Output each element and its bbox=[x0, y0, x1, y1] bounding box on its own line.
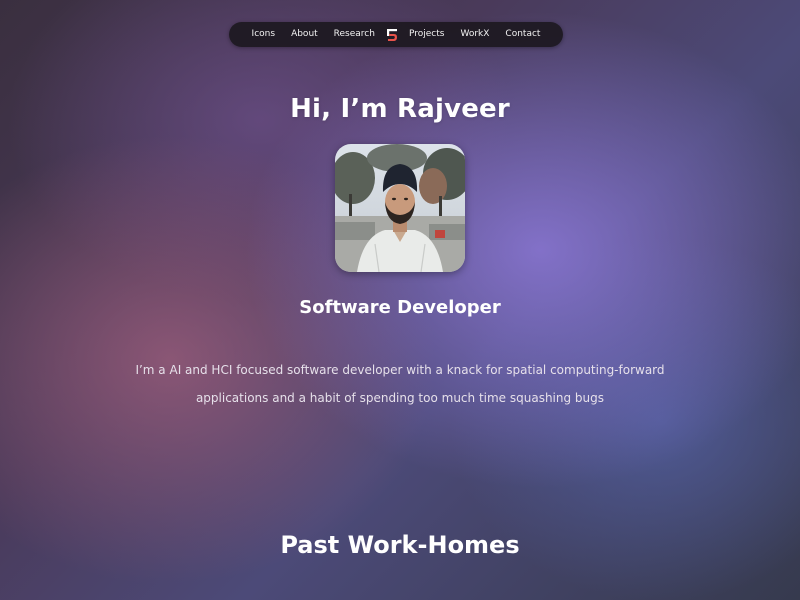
nav-link-projects[interactable]: Projects bbox=[401, 22, 452, 47]
profile-photo-illustration bbox=[335, 144, 465, 272]
nav-link-contact[interactable]: Contact bbox=[497, 22, 548, 47]
nav-link-research[interactable]: Research bbox=[326, 22, 383, 47]
nav-link-icons[interactable]: Icons bbox=[244, 22, 284, 47]
brand-logo-icon[interactable] bbox=[386, 28, 398, 42]
bio-text: I’m a AI and HCI focused software develo… bbox=[135, 363, 665, 405]
profile-photo bbox=[335, 144, 465, 272]
past-work-title: Past Work-Homes bbox=[280, 531, 520, 559]
role-subtitle: Software Developer bbox=[299, 297, 501, 318]
nav-link-workx[interactable]: WorkX bbox=[452, 22, 497, 47]
nav-link-about[interactable]: About bbox=[283, 22, 326, 47]
top-nav: Icons About Research Projects WorkX Cont… bbox=[229, 22, 563, 47]
hero-title: Hi, I’m Rajveer bbox=[290, 94, 510, 124]
